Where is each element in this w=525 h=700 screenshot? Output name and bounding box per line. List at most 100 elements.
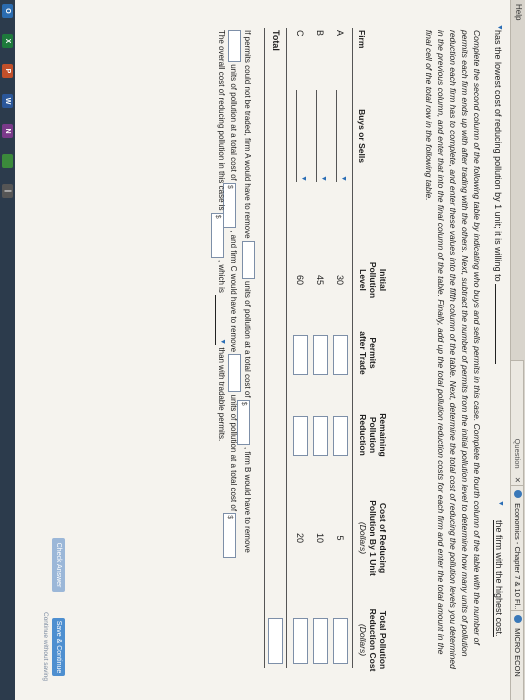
remaining-input-a[interactable] (333, 416, 348, 456)
followup-text: units of pollution at a total cost of (229, 64, 238, 181)
firm-b-units-input[interactable] (228, 30, 241, 62)
sentence-answer: the firm with the highest cost. (493, 520, 504, 637)
header-permits: Permits after Trade (358, 318, 378, 388)
dropdown-arrow-icon: ▼ (219, 338, 226, 346)
total-cost-input-b[interactable] (313, 618, 328, 664)
total-cost-input-c[interactable] (293, 618, 308, 664)
tab-economics-label: Economics - Chapter 7 & 10 Fl... (513, 503, 522, 612)
followup-text: If permits could not be traded, firm A w… (243, 30, 252, 239)
header-initial-line1: Initial (378, 268, 388, 292)
header-total-line2: Reduction Cost (368, 608, 378, 672)
dropdown-arrow-icon: ▼ (320, 175, 327, 182)
firm-c-units-input[interactable] (228, 354, 241, 393)
dropdown-arrow-icon: ▼ (300, 175, 307, 182)
initial-a: 30 (335, 274, 345, 285)
dropdown-arrow-icon[interactable]: ▼ (497, 500, 504, 507)
followup-text: , and firm C would have to remove (229, 230, 238, 353)
followup-text: , which is (217, 260, 226, 293)
cost-b: 10 (315, 532, 325, 543)
dollar-sign: $ (214, 214, 221, 219)
header-total-line1: Total Pollution (378, 610, 388, 670)
remaining-input-c[interactable] (293, 416, 308, 456)
comparison-select[interactable]: ▼ (215, 295, 227, 346)
word-icon[interactable]: W (2, 94, 13, 108)
tab-question-label: Question (513, 438, 522, 469)
close-icon[interactable]: ✕ (513, 477, 522, 483)
tab-micro-econ[interactable]: MICRO ECON (511, 610, 524, 700)
willing-select[interactable] (495, 284, 496, 365)
permits-input-a[interactable] (333, 335, 348, 375)
onenote-icon[interactable]: N (2, 124, 13, 138)
excel-icon[interactable]: X (2, 34, 13, 48)
header-total: Total Pollution Reduction Cost (Dollars) (358, 600, 388, 680)
header-remaining-line3: Reduction (358, 414, 368, 456)
row-firm-b: B (315, 30, 325, 37)
followup-text: , firm B would have to remove (243, 447, 252, 553)
app-icon[interactable] (2, 154, 13, 168)
question-sentence: has the lowest cost of reducing pollutio… (493, 30, 503, 365)
site-logo-icon (514, 615, 522, 623)
dropdown-arrow-icon: ▼ (340, 175, 347, 182)
outlook-icon[interactable]: O (2, 4, 13, 18)
continue-without-saving-link[interactable]: Continue without saving (42, 612, 49, 681)
followup-text: than with tradable permits. (217, 347, 226, 442)
powerpoint-icon[interactable]: P (2, 64, 13, 78)
header-cost: Cost of Reducing Pollution By 1 Unit (Do… (358, 488, 388, 588)
buys-sells-select-a[interactable]: ▼ (336, 90, 349, 182)
firm-a-units-input[interactable] (242, 240, 255, 279)
buys-sells-select-b[interactable]: ▼ (316, 90, 329, 182)
header-initial-line2: Pollution (368, 261, 378, 299)
header-buys-sells: Buys or Sells (357, 109, 367, 163)
followup-text: units of pollution at a total cost of (229, 394, 238, 512)
browser-bar: Help Question ✕ Economics - Chapter 7 & … (510, 0, 525, 700)
site-logo-icon (514, 490, 522, 498)
rotated-page: Help Question ✕ Economics - Chapter 7 & … (0, 0, 525, 700)
tab-question[interactable]: Question ✕ (511, 360, 524, 488)
app-icon[interactable]: | (2, 184, 13, 198)
header-permits-line2: after Trade (358, 331, 368, 375)
dollar-sign: $ (240, 401, 247, 406)
dollar-sign: $ (226, 184, 233, 189)
header-remaining-line2: Pollution (368, 416, 378, 454)
check-answer-button[interactable]: Check Answer (52, 538, 65, 592)
tab-micro-econ-label: MICRO ECON (513, 628, 522, 677)
save-continue-button[interactable]: Save & Continue (52, 618, 65, 676)
instructions: Complete the second column of the follow… (424, 30, 482, 669)
firm-c-cost-input[interactable]: $ (223, 513, 236, 559)
header-initial: Initial Pollution Level (358, 250, 388, 310)
table-bottom-rule (264, 28, 265, 668)
cost-a: 5 (335, 535, 345, 541)
permits-input-c[interactable] (293, 335, 308, 375)
taskbar: O X P W N | (0, 0, 15, 700)
followup-text: units of pollution at a total cost of (243, 281, 252, 398)
total-cost-input-sum[interactable] (268, 618, 283, 664)
total-divider (286, 28, 287, 668)
initial-c: 60 (295, 274, 305, 285)
header-remaining: Remaining Pollution Reduction (358, 400, 388, 470)
dollar-sign: $ (226, 515, 233, 520)
cost-c: 20 (295, 532, 305, 543)
buys-sells-select-c[interactable]: ▼ (296, 90, 309, 182)
header-firm: Firm (357, 30, 367, 49)
followup-text: The overall cost of reducing pollution i… (217, 30, 226, 211)
row-firm-c: C (295, 30, 305, 37)
tab-economics[interactable]: Economics - Chapter 7 & 10 Fl... ✕ (511, 485, 524, 626)
initial-b: 45 (315, 274, 325, 285)
header-remaining-line1: Remaining (378, 413, 388, 457)
overall-cost-input[interactable]: $ (211, 212, 224, 258)
header-cost-line1: Cost of Reducing (378, 502, 388, 574)
sentence-start: has the lowest cost of reducing pollutio… (493, 30, 503, 282)
permits-input-b[interactable] (313, 335, 328, 375)
followup-line-3: The overall cost of reducing pollution i… (211, 30, 227, 441)
total-cost-input-a[interactable] (333, 618, 348, 664)
header-total-line3: (Dollars) (358, 623, 368, 657)
header-divider (352, 28, 353, 668)
header-cost-line2: Pollution By 1 Unit (368, 500, 378, 576)
total-label: Total (271, 30, 281, 51)
help-menu[interactable]: Help (514, 4, 523, 20)
header-permits-line1: Permits (368, 337, 378, 369)
header-cost-line3: (Dollars) (358, 521, 368, 555)
header-initial-line3: Level (358, 269, 368, 291)
remaining-input-b[interactable] (313, 416, 328, 456)
row-firm-a: A (335, 30, 345, 37)
